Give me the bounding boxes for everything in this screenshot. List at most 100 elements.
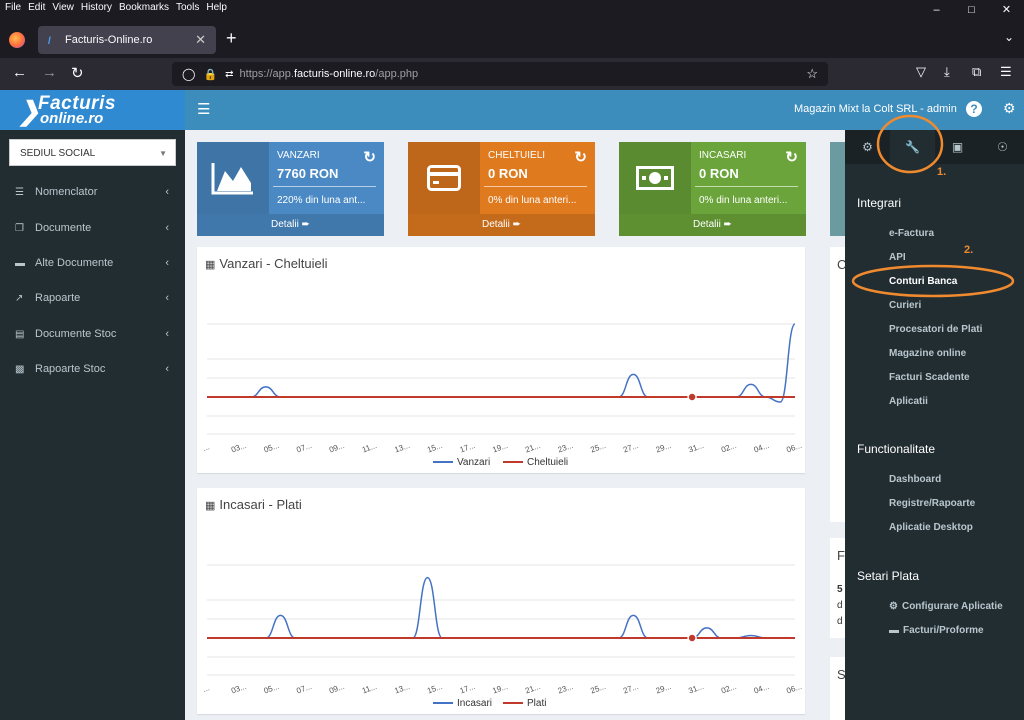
sidebar-item-label: Alte Documente <box>35 257 114 269</box>
menu-view[interactable]: View <box>52 2 74 13</box>
firefox-logo-icon[interactable] <box>9 32 25 48</box>
tab-account[interactable]: ☉ <box>980 130 1024 164</box>
menu-bookmarks[interactable]: Bookmarks <box>119 2 169 13</box>
link-magazine-online[interactable]: Magazine online <box>889 348 966 359</box>
section-title-integrari: Integrari <box>857 196 902 210</box>
series-line-vanzari <box>206 323 796 403</box>
hamburger-menu-icon[interactable]: ☰ <box>197 100 210 118</box>
chevron-left-icon: ‹ <box>165 222 169 234</box>
data-point-marker[interactable] <box>687 633 697 643</box>
sidebar-item-rapoarte-stoc[interactable]: ▩ Rapoarte Stoc ‹ <box>0 354 185 384</box>
box-description: 0% din luna anteri... <box>699 195 788 206</box>
annotation-ellipse-2 <box>851 264 1015 298</box>
sidebar-item-rapoarte[interactable]: ↗ Rapoarte ‹ <box>0 283 185 313</box>
box-details-link[interactable]: Detalii ➨ <box>619 214 806 236</box>
info-box-partial <box>830 142 845 236</box>
peek-text: 5 <box>837 584 843 595</box>
location-select-value: SEDIUL SOCIAL <box>20 148 96 159</box>
sidebar-item-nomenclator[interactable]: ☰ Nomenclator ‹ <box>0 177 185 207</box>
x-tick-label: 05... <box>263 441 281 455</box>
chevron-left-icon: ‹ <box>165 363 169 375</box>
menu-help[interactable]: Help <box>206 2 227 13</box>
sidebar-item-alte-documente[interactable]: ▬ Alte Documente ‹ <box>0 248 185 278</box>
data-point-marker[interactable] <box>687 392 697 402</box>
arrow-circle-right-icon: ➨ <box>723 219 732 230</box>
browser-tab[interactable]: / Facturis-Online.ro ✕ <box>38 26 216 54</box>
credit-card-icon: ▬ <box>889 625 899 636</box>
shield-icon[interactable]: ◯ <box>182 67 195 81</box>
cogs-icon[interactable]: ⚙ <box>1003 100 1016 117</box>
bookmark-star-icon[interactable]: ☆ <box>806 66 818 82</box>
right-panel-peek-2: F 5 d d <box>830 538 845 638</box>
new-tab-icon[interactable]: + <box>226 28 237 49</box>
x-tick-label: 17... <box>459 441 477 455</box>
line-chart-incasari-plati: ... 03... 05... 07... 09... 11... 13... 15... 17… <box>201 564 803 709</box>
documents-icon: ❐ <box>15 222 24 234</box>
x-tick-label: 13... <box>393 441 411 455</box>
annotation-label-2: 2. <box>964 244 974 256</box>
x-tick-label: 07... <box>295 682 313 696</box>
chart-panel-incasari-plati: ▦ Incasari - Plati ... 03... 05... 07... 09..… <box>197 488 805 714</box>
link-api[interactable]: API <box>889 252 906 263</box>
link-configurare-aplicatie[interactable]: ⚙ Configurare Aplicatie <box>889 601 1003 612</box>
link-facturi-scadente[interactable]: Facturi Scadente <box>889 372 970 383</box>
box-details-link[interactable]: Detalii ➨ <box>197 214 384 236</box>
x-tick-label: 15... <box>426 441 444 455</box>
app-menu-icon[interactable]: ☰ <box>1000 64 1012 80</box>
x-tick-label: ... <box>201 442 210 453</box>
menu-file[interactable]: File <box>5 2 21 13</box>
list-icon: ☰ <box>15 186 24 198</box>
reload-icon[interactable]: ↻ <box>71 64 84 82</box>
url-prefix: https://app. <box>239 68 294 80</box>
sidebar-item-documente[interactable]: ❐ Documente ‹ <box>0 213 185 243</box>
pocket-icon[interactable]: ▽ <box>916 64 926 80</box>
link-aplicatii[interactable]: Aplicatii <box>889 396 928 407</box>
file-icon: ▤ <box>15 328 25 340</box>
legend-label: Vanzari <box>457 457 490 468</box>
logo-mark-icon: ❯ <box>18 96 40 126</box>
forward-icon[interactable]: → <box>42 64 57 81</box>
link-facturi-proforme[interactable]: ▬ Facturi/Proforme <box>889 625 984 636</box>
link-procesatori-plati[interactable]: Procesatori de Plati <box>889 324 982 335</box>
dropdown-caret-icon: ▼ <box>159 149 167 158</box>
menu-edit[interactable]: Edit <box>28 2 45 13</box>
sidebar-item-documente-stoc[interactable]: ▤ Documente Stoc ‹ <box>0 319 185 349</box>
url-bar[interactable]: ◯ 🔒 ⇄ https://app. facturis-online.ro/app… <box>172 62 828 86</box>
x-tick-label: 07... <box>295 441 313 455</box>
x-tick-label: 11... <box>361 441 378 455</box>
help-icon[interactable]: ? <box>966 101 982 117</box>
location-select[interactable]: SEDIUL SOCIAL ▼ <box>9 139 176 166</box>
tab-list-icon[interactable]: ⌄ <box>1004 30 1014 44</box>
x-tick-label: 11... <box>361 682 378 696</box>
app-logo[interactable]: ❯ Facturis online.ro <box>0 90 185 130</box>
box-value: 7760 RON <box>277 166 339 181</box>
x-tick-label: 25... <box>589 441 607 455</box>
back-icon[interactable]: ← <box>12 64 27 81</box>
refresh-icon[interactable]: ↻ <box>574 148 587 166</box>
permissions-icon[interactable]: ⇄ <box>225 69 233 80</box>
box-value: 0 RON <box>488 166 528 181</box>
link-curieri[interactable]: Curieri <box>889 300 921 311</box>
downloads-icon[interactable]: ⤓ <box>944 64 950 80</box>
legend-label: Cheltuieli <box>527 457 568 468</box>
arrow-circle-right-icon: ➨ <box>301 219 310 230</box>
favicon-icon: / <box>48 35 51 47</box>
x-tick-label: 19... <box>491 441 509 455</box>
extensions-icon[interactable]: ⧉ <box>972 64 981 80</box>
logo-line2: online.ro <box>40 110 104 127</box>
x-tick-label: 21... <box>524 682 542 696</box>
link-aplicatie-desktop[interactable]: Aplicatie Desktop <box>889 522 973 533</box>
chart-panel-vanzari-cheltuieli: ▦ Vanzari - Cheltuieli ... 03... 05... 07...… <box>197 247 805 473</box>
menu-tools[interactable]: Tools <box>176 2 199 13</box>
box-details-link[interactable]: Detalii ➨ <box>408 214 595 236</box>
right-panel-peek: C <box>830 247 846 522</box>
link-e-factura[interactable]: e-Factura <box>889 228 934 239</box>
box-title: CHELTUIELI <box>488 150 546 161</box>
link-dashboard[interactable]: Dashboard <box>889 474 941 485</box>
link-registre-rapoarte[interactable]: Registre/Rapoarte <box>889 498 975 509</box>
refresh-icon[interactable]: ↻ <box>363 148 376 166</box>
refresh-icon[interactable]: ↻ <box>785 148 798 166</box>
x-tick-label: 03... <box>230 441 248 455</box>
close-tab-icon[interactable]: ✕ <box>195 32 206 48</box>
menu-history[interactable]: History <box>81 2 112 13</box>
